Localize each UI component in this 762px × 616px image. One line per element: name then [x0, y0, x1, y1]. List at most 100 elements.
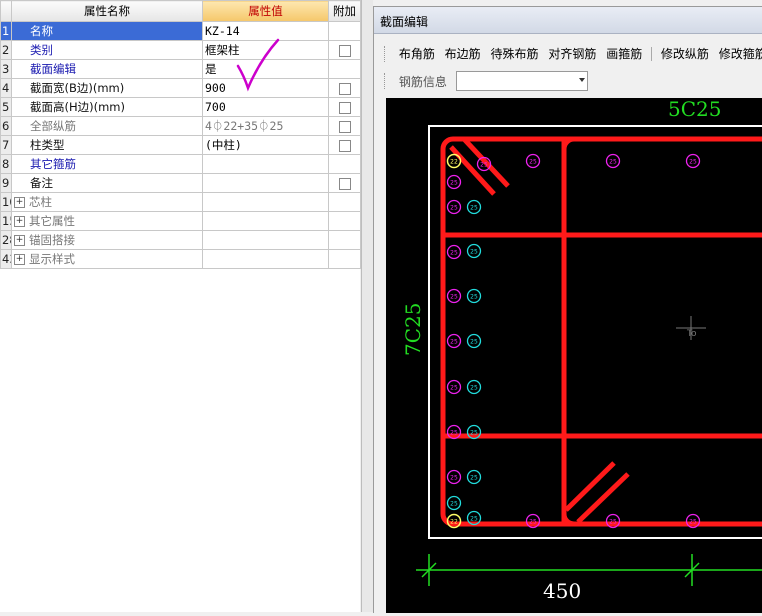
- property-name: 截面编辑: [11, 59, 203, 79]
- property-panel: 属性名称 属性值 附加 1 名称 KZ-14 2 类别 框架柱 3 截面编辑 是…: [0, 0, 361, 612]
- extra-cell: [328, 59, 361, 79]
- panel-splitter[interactable]: [361, 0, 373, 612]
- expand-plus-icon[interactable]: +: [14, 197, 25, 208]
- expand-plus-icon[interactable]: +: [14, 216, 25, 227]
- table-row[interactable]: 4 截面宽(B边)(mm) 900: [0, 78, 361, 98]
- corner-rebar-button[interactable]: 布角筋: [396, 45, 438, 62]
- table-row[interactable]: 6 全部纵筋 4⏀22+35⏀25: [0, 116, 361, 136]
- property-name: 截面宽(B边)(mm): [11, 78, 203, 98]
- rebar-toolbar: 布角筋 布边筋 待殊布筋 对齐钢筋 画箍筋 修改纵筋 修改箍筋: [384, 45, 762, 67]
- rebar-group[interactable]: 25 25 25 25 25 25 25 25 25 25 25 25 25 25 25 25 25 25 25 25…: [446, 153, 701, 529]
- modify-stirrup-button[interactable]: 修改箍筋: [716, 45, 762, 62]
- toolbar-grip[interactable]: [384, 45, 388, 62]
- modify-longitudinal-button[interactable]: 修改纵筋: [658, 45, 712, 62]
- expand-plus-icon[interactable]: +: [14, 235, 25, 246]
- rebar-size-label: 25: [450, 385, 458, 392]
- rebar-size-label: 25: [529, 159, 537, 166]
- check-mark-annotation: [236, 38, 280, 92]
- group-label: 锚固搭接: [29, 233, 75, 247]
- table-row[interactable]: 43 + 显示样式: [0, 249, 361, 269]
- table-row[interactable]: 10 + 芯柱: [0, 192, 361, 212]
- align-rebar-button[interactable]: 对齐钢筋: [545, 45, 599, 62]
- property-value: [202, 211, 329, 231]
- extra-header[interactable]: 附加: [328, 0, 361, 22]
- row-number: 7: [0, 135, 12, 155]
- outer-stirrup: [440, 136, 762, 527]
- row-number: 6: [0, 116, 12, 136]
- table-row[interactable]: 3 截面编辑 是: [0, 59, 361, 79]
- property-value[interactable]: 700: [202, 97, 329, 117]
- property-name: 截面高(H边)(mm): [11, 97, 203, 117]
- section-drawing[interactable]: 25 25 25 25 25 25 25 25 25 25 25 25 25 25 25 25 25 25 25 25…: [386, 97, 762, 613]
- extra-cell: [328, 249, 361, 269]
- table-row[interactable]: 1 名称 KZ-14: [0, 21, 361, 41]
- rebar-size-label: 25: [609, 159, 617, 166]
- rebar-size-label: 25: [450, 180, 458, 187]
- extra-checkbox[interactable]: [338, 101, 351, 114]
- rebar-size-label: 25: [450, 339, 458, 346]
- section-outline: [428, 125, 762, 539]
- table-row[interactable]: 15 + 其它属性: [0, 211, 361, 231]
- table-row[interactable]: 7 柱类型 (中柱): [0, 135, 361, 155]
- group-name: + 显示样式: [11, 249, 203, 269]
- toolbar-separator: [651, 46, 653, 61]
- property-value[interactable]: (中柱): [202, 135, 329, 155]
- row-number-header: [0, 0, 12, 22]
- row-number: 5: [0, 97, 12, 117]
- property-name: 类别: [11, 40, 203, 60]
- toolbar-grip[interactable]: [384, 73, 388, 89]
- extra-cell: [328, 97, 361, 117]
- edge-rebar-button[interactable]: 布边筋: [442, 45, 484, 62]
- rebar-size-label: 25: [480, 162, 488, 169]
- rebar-info-dropdown[interactable]: [455, 71, 588, 91]
- property-value[interactable]: [202, 173, 329, 193]
- extra-checkbox[interactable]: [338, 82, 351, 95]
- row-number: 15: [0, 211, 12, 231]
- extra-cell: [328, 21, 361, 41]
- property-value: [202, 192, 329, 212]
- extra-checkbox[interactable]: [338, 177, 351, 190]
- draw-stirrup-button[interactable]: 画箍筋: [603, 45, 645, 62]
- table-row[interactable]: 28 + 锚固搭接: [0, 230, 361, 250]
- side-rebar-label[interactable]: 7C25: [401, 303, 425, 356]
- row-number: 10: [0, 192, 12, 212]
- table-row[interactable]: 5 截面高(H边)(mm) 700: [0, 97, 361, 117]
- inner-stirrup: [561, 136, 762, 527]
- table-row[interactable]: 9 备注: [0, 173, 361, 193]
- property-table: 属性名称 属性值 附加 1 名称 KZ-14 2 类别 框架柱 3 截面编辑 是…: [0, 0, 361, 269]
- rebar-size-label: 25: [450, 430, 458, 437]
- extra-checkbox[interactable]: [338, 44, 351, 57]
- property-value: [202, 249, 329, 269]
- corner-rebar-size-label: 22: [450, 159, 458, 166]
- property-value[interactable]: 4⏀22+35⏀25: [202, 116, 329, 136]
- section-editor-title: 截面编辑: [380, 15, 429, 29]
- property-name-header[interactable]: 属性名称: [11, 0, 203, 22]
- table-row[interactable]: 2 类别 框架柱: [0, 40, 361, 60]
- extra-cell: [328, 211, 361, 231]
- property-name: 其它箍筋: [11, 154, 203, 174]
- chevron-down-icon[interactable]: [578, 78, 585, 82]
- row-number: 2: [0, 40, 12, 60]
- dimension-label[interactable]: 450: [543, 579, 581, 603]
- property-name: 备注: [11, 173, 203, 193]
- property-name: 全部纵筋: [11, 116, 203, 136]
- section-canvas[interactable]: 25 25 25 25 25 25 25 25 25 25 25 25 25 25 25 25 25 25 25 25…: [386, 97, 762, 613]
- rebar-size-label: 25: [470, 430, 478, 437]
- property-name: 柱类型: [11, 135, 203, 155]
- special-rebar-button[interactable]: 待殊布筋: [488, 45, 542, 62]
- extra-checkbox[interactable]: [338, 120, 351, 133]
- rebar-size-label: 25: [470, 205, 478, 212]
- expand-plus-icon[interactable]: +: [14, 254, 25, 265]
- extra-cell: [328, 230, 361, 250]
- property-value[interactable]: [202, 154, 329, 174]
- group-label: 芯柱: [29, 195, 52, 209]
- extra-cell: [328, 192, 361, 212]
- top-rebar-label[interactable]: 5C25: [668, 97, 721, 121]
- rebar-size-label: 25: [470, 294, 478, 301]
- row-number: 43: [0, 249, 12, 269]
- extra-checkbox[interactable]: [338, 139, 351, 152]
- property-value-header[interactable]: 属性值: [202, 0, 329, 22]
- rebar-size-label: 25: [450, 250, 458, 257]
- rebar-size-label: 25: [470, 249, 478, 256]
- table-row[interactable]: 8 其它箍筋: [0, 154, 361, 174]
